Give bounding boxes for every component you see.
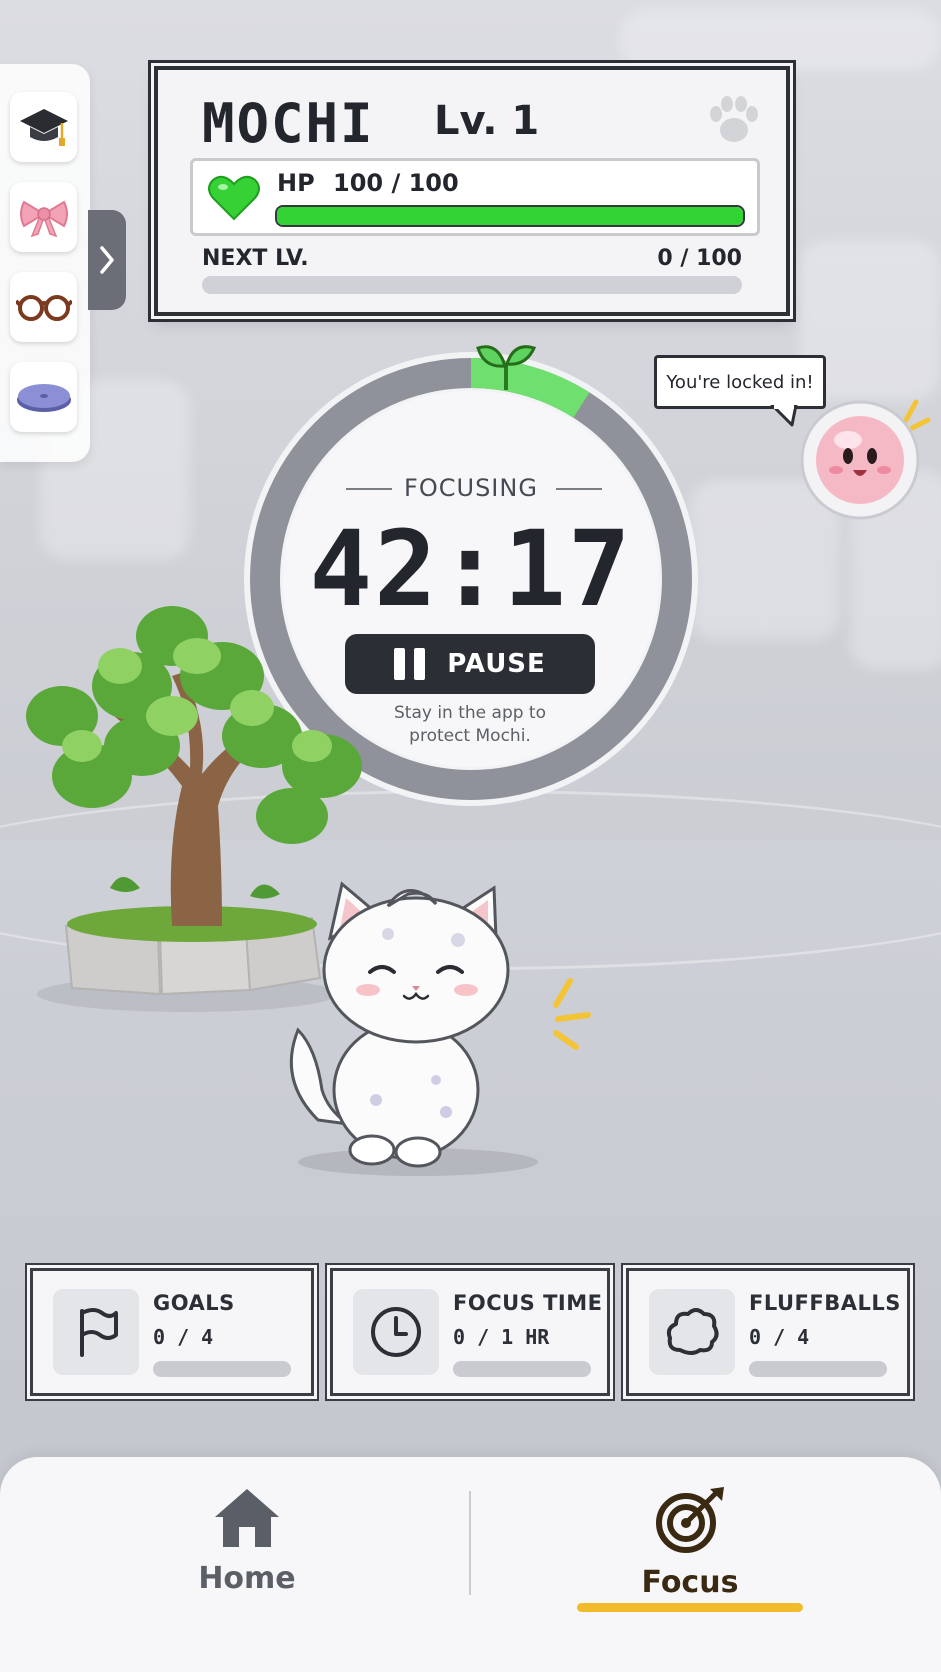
pet-name: MOCHI: [202, 92, 375, 155]
focus-time-progress-bar: [453, 1361, 591, 1377]
focus-label-line-right: [556, 488, 602, 490]
hp-value: 100 / 100: [333, 169, 459, 197]
kitten-pet-illustration: [289, 881, 538, 1176]
speech-text: You're locked in!: [666, 371, 814, 393]
nav-focus-label: Focus: [641, 1565, 739, 1600]
goals-title: GOALS: [153, 1291, 235, 1315]
bow-item[interactable]: [10, 182, 77, 252]
active-tab-indicator: [577, 1603, 803, 1612]
sprout-icon: [476, 345, 537, 390]
nav-focus-tab[interactable]: Focus: [540, 1485, 840, 1600]
focus-time-value: 0 / 1 HR: [453, 1325, 550, 1349]
goals-icon-box: [53, 1289, 139, 1375]
happy-sparkle-icon: [553, 978, 591, 1050]
glasses-icon: [15, 295, 72, 321]
goals-card[interactable]: GOALS 0 / 4: [30, 1268, 314, 1396]
focus-time-title: FOCUS TIME: [453, 1291, 603, 1315]
speech-bubble-tail: [770, 405, 798, 427]
chevron-right-icon: [100, 246, 114, 274]
fluffballs-card[interactable]: FLUFFBALLS 0 / 4: [626, 1268, 910, 1396]
paw-icon: [710, 96, 758, 142]
pet-status-panel: MOCHI Lv. 1 HP 100 / 100 NEXT LV. 0 / 10…: [154, 66, 790, 316]
home-icon: [215, 1489, 279, 1547]
fluffballs-value: 0 / 4: [749, 1325, 810, 1349]
goals-progress-bar: [153, 1361, 291, 1377]
accessory-sidebar: [0, 64, 90, 462]
sidebar-toggle-button[interactable]: [88, 210, 126, 310]
cushion-item[interactable]: [10, 362, 77, 432]
next-level-value: 0 / 100: [657, 246, 742, 271]
focus-time-icon-box: [353, 1289, 439, 1375]
fluffballs-progress-bar: [749, 1361, 887, 1377]
cloud-icon: [666, 1308, 719, 1355]
nav-home-tab[interactable]: Home: [97, 1485, 397, 1596]
cushion-icon: [16, 384, 71, 412]
target-icon: [656, 1487, 724, 1553]
fluffballs-icon-box: [649, 1289, 735, 1375]
heart-icon: [208, 175, 260, 221]
glasses-item[interactable]: [10, 272, 77, 342]
nav-divider: [469, 1491, 471, 1595]
focus-state-label: FOCUSING: [404, 474, 538, 502]
hp-bar: [275, 205, 745, 227]
companion-orb-icon[interactable]: [798, 398, 932, 520]
clock-icon: [371, 1307, 421, 1357]
xp-bar: [202, 276, 742, 294]
hp-label: HP: [277, 169, 315, 197]
focus-hint: Stay in the app to protect Mochi.: [393, 703, 546, 746]
pause-button-label: PAUSE: [447, 649, 546, 679]
pet-level: Lv. 1: [434, 98, 540, 144]
bottom-navigation: Home Focus: [0, 1457, 941, 1672]
bow-icon: [19, 200, 68, 238]
nav-home-label: Home: [198, 1561, 296, 1596]
flag-icon: [80, 1308, 118, 1357]
hp-bar-fill: [277, 207, 743, 225]
fluffballs-title: FLUFFBALLS: [749, 1291, 901, 1315]
focus-time-card[interactable]: FOCUS TIME 0 / 1 HR: [330, 1268, 610, 1396]
hp-box: HP 100 / 100: [190, 158, 760, 236]
graduation-cap-item[interactable]: [10, 92, 77, 162]
graduation-cap-icon: [19, 109, 68, 146]
next-level-label: NEXT LV.: [202, 246, 309, 271]
goals-value: 0 / 4: [153, 1325, 214, 1349]
pause-icon: [394, 648, 426, 680]
